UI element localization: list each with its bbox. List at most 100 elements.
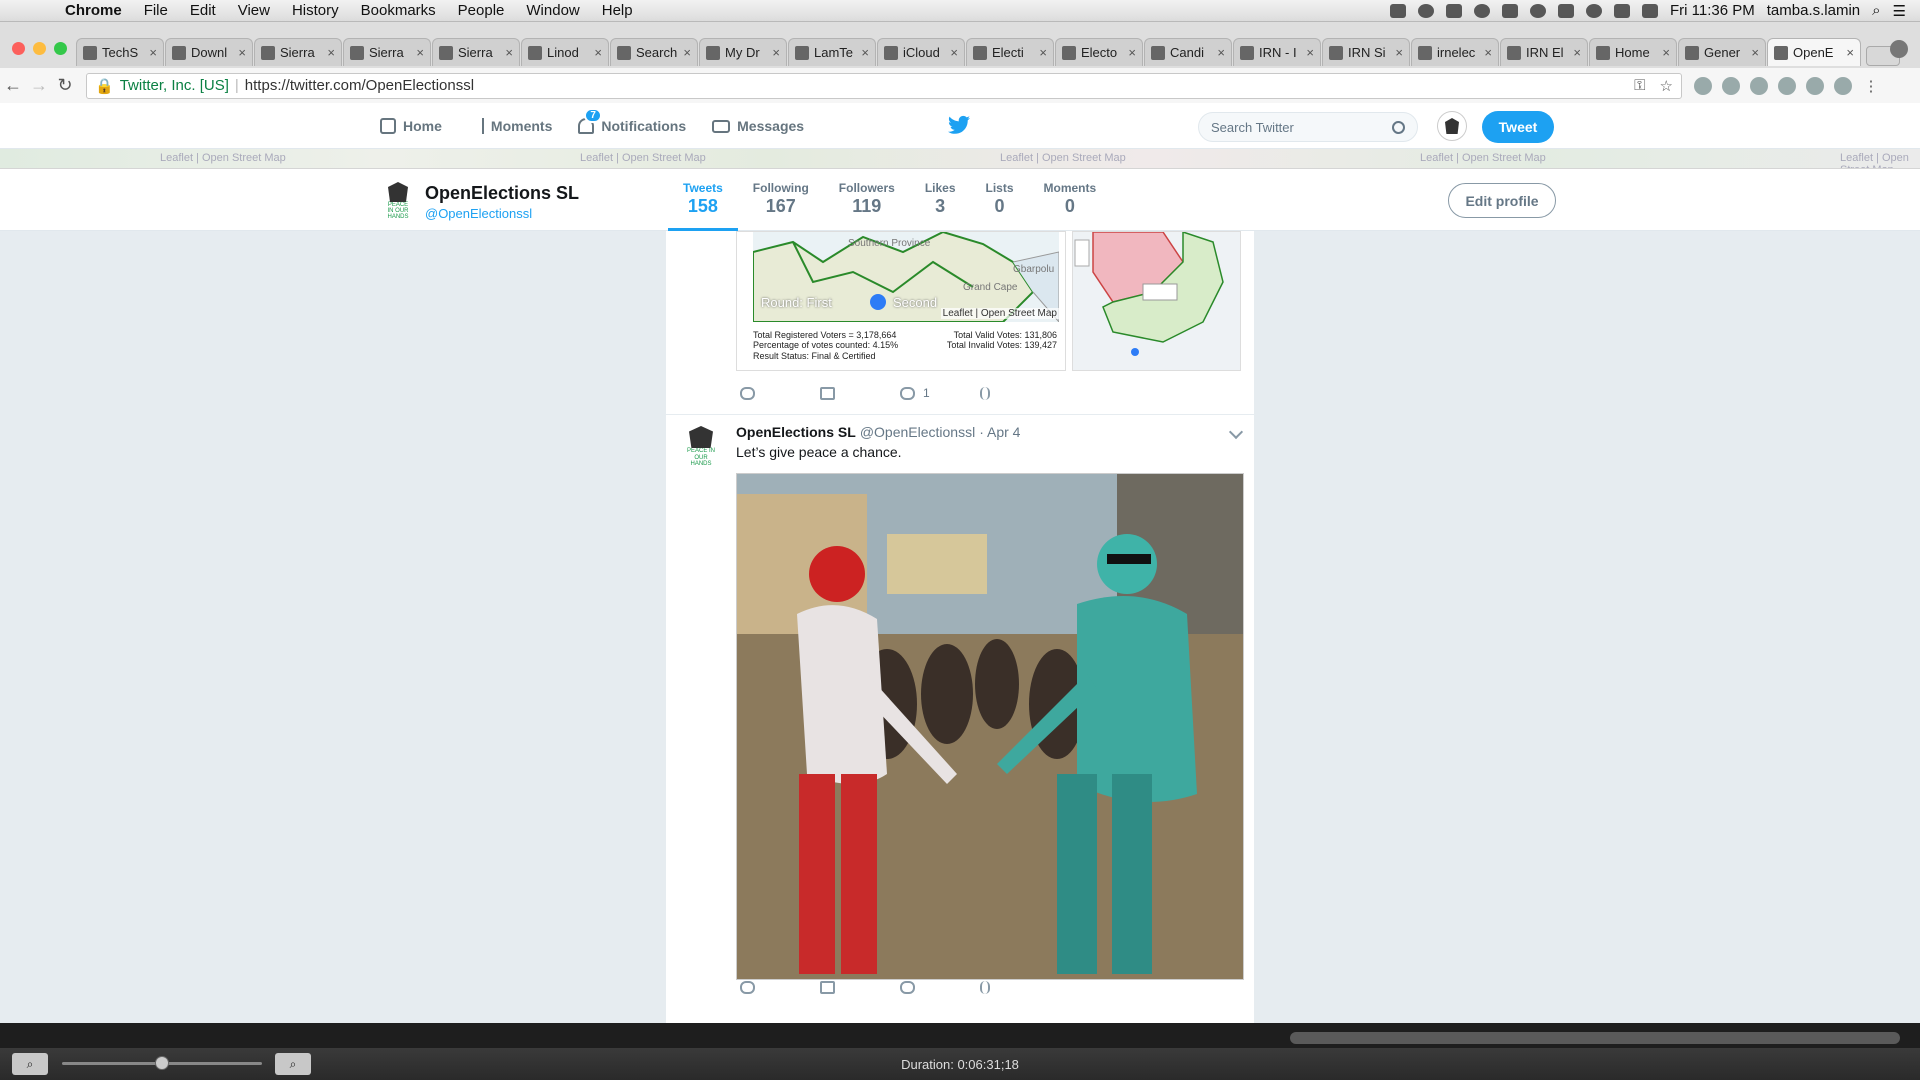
extension-1-icon[interactable] <box>1694 76 1712 95</box>
search-icon[interactable] <box>1392 120 1405 134</box>
edit-profile-button[interactable]: Edit profile <box>1448 183 1556 218</box>
election-map-card[interactable]: Southern Province Gbarpolu Grand Cape Ro… <box>736 231 1066 371</box>
extension-4-icon[interactable] <box>1778 76 1796 95</box>
notification-center-icon[interactable]: ☰ <box>1893 2 1906 20</box>
shield-icon[interactable] <box>1446 3 1463 18</box>
browser-tab[interactable]: Gener × <box>1678 38 1766 66</box>
docker-icon[interactable] <box>1502 3 1519 18</box>
browser-tab[interactable]: Home × <box>1589 38 1677 66</box>
browser-tab[interactable]: Sierra × <box>432 38 520 66</box>
key-icon[interactable]: ⚿ <box>1634 77 1645 95</box>
wifi-icon[interactable] <box>1614 3 1631 18</box>
tweet-date[interactable]: · Apr 4 <box>979 424 1020 440</box>
clock[interactable]: Fri 11:36 PM <box>1670 2 1755 19</box>
close-tab-icon[interactable]: × <box>327 45 335 60</box>
url-text[interactable]: https://twitter.com/OpenElectionssl <box>245 77 474 94</box>
browser-tab[interactable]: Electo × <box>1055 38 1143 66</box>
record-icon[interactable] <box>1418 3 1435 18</box>
retweet-action[interactable] <box>820 981 900 994</box>
profile-stat-likes[interactable]: Likes 3 <box>910 181 971 231</box>
horizontal-scrollbar[interactable] <box>1290 1032 1900 1044</box>
browser-tab[interactable]: Linod × <box>521 38 609 66</box>
battery-icon[interactable] <box>1642 3 1659 18</box>
browser-tab[interactable]: IRN El × <box>1500 38 1588 66</box>
browser-tab[interactable]: Candi × <box>1144 38 1232 66</box>
airplay-icon[interactable] <box>1558 3 1575 18</box>
browser-tab[interactable]: My Dr × <box>699 38 787 66</box>
browser-tab[interactable]: irnelec × <box>1411 38 1499 66</box>
browser-tab[interactable]: Search × <box>610 38 698 66</box>
map-attribution[interactable]: Leaflet | Open Street Map <box>940 308 1059 319</box>
browser-tab[interactable]: LamTe × <box>788 38 876 66</box>
close-tab-icon[interactable]: × <box>683 45 691 60</box>
analytics-action[interactable] <box>980 981 1060 994</box>
close-tab-icon[interactable]: × <box>1573 45 1581 60</box>
nav-messages[interactable]: Messages <box>712 118 804 134</box>
search-status-icon[interactable] <box>1530 3 1547 18</box>
close-tab-icon[interactable]: × <box>238 45 246 60</box>
close-tab-icon[interactable]: × <box>1306 45 1314 60</box>
close-tab-icon[interactable]: × <box>149 45 157 60</box>
lock-icon[interactable]: 🔒 <box>95 77 114 95</box>
back-icon[interactable]: ← <box>0 75 26 96</box>
extension-6-icon[interactable] <box>1834 76 1852 95</box>
profile-name[interactable]: OpenElections SL <box>425 183 579 204</box>
menu-file[interactable]: File <box>133 2 179 19</box>
close-tab-icon[interactable]: × <box>1039 45 1047 60</box>
search-input[interactable]: Search Twitter <box>1198 112 1418 142</box>
analytics-action[interactable] <box>980 386 1060 400</box>
reply-action[interactable] <box>740 386 820 400</box>
site-identity[interactable]: Twitter, Inc. [US] <box>120 77 229 94</box>
menu-window[interactable]: Window <box>515 2 590 19</box>
browser-tab[interactable]: IRN - I × <box>1233 38 1321 66</box>
tweet-photo[interactable] <box>736 473 1244 980</box>
browser-tab[interactable]: iCloud × <box>877 38 965 66</box>
profile-stat-followers[interactable]: Followers 119 <box>824 181 910 231</box>
twitter-bird-icon[interactable] <box>948 115 970 135</box>
browser-tab[interactable]: Sierra × <box>343 38 431 66</box>
tweet-avatar[interactable]: PEACE IN OUR HANDS <box>687 426 715 470</box>
menu-people[interactable]: People <box>447 2 516 19</box>
tweet-author-name[interactable]: OpenElections SL <box>736 424 856 440</box>
nav-moments[interactable]: Moments <box>468 118 552 134</box>
browser-tab[interactable]: IRN Si × <box>1322 38 1410 66</box>
extension-3-icon[interactable] <box>1750 76 1768 95</box>
zoom-window-icon[interactable] <box>54 42 67 55</box>
menu-edit[interactable]: Edit <box>179 2 227 19</box>
profile-stat-following[interactable]: Following 167 <box>738 181 824 231</box>
profile-stat-moments[interactable]: Moments 0 <box>1029 181 1112 231</box>
film-icon[interactable] <box>1390 3 1407 18</box>
extension-2-icon[interactable] <box>1722 76 1740 95</box>
bluetooth-icon[interactable] <box>1586 3 1603 18</box>
close-tab-icon[interactable]: × <box>772 45 780 60</box>
like-action[interactable]: 1 <box>900 386 980 400</box>
minimize-window-icon[interactable] <box>33 42 46 55</box>
reply-action[interactable] <box>740 981 820 994</box>
cloud-icon[interactable] <box>1474 3 1491 18</box>
close-tab-icon[interactable]: × <box>1662 45 1670 60</box>
retweet-action[interactable] <box>820 386 900 400</box>
profile-avatar[interactable]: PEACE IN OUR HANDS <box>386 182 410 220</box>
nav-home[interactable]: Home <box>380 118 442 134</box>
browser-tab[interactable]: Downl × <box>165 38 253 66</box>
close-tab-icon[interactable]: × <box>1395 45 1403 60</box>
close-tab-icon[interactable]: × <box>1846 45 1854 60</box>
profile-stat-tweets[interactable]: Tweets 158 <box>668 181 738 232</box>
tweet-button[interactable]: Tweet <box>1482 111 1554 143</box>
chrome-menu-icon[interactable]: ⋮ <box>1862 77 1880 95</box>
nav-notifications[interactable]: 7 Notifications <box>578 108 686 134</box>
close-tab-icon[interactable]: × <box>1484 45 1492 60</box>
forward-icon[interactable]: → <box>26 75 52 96</box>
browser-tab[interactable]: Sierra × <box>254 38 342 66</box>
like-action[interactable] <box>900 981 980 994</box>
profile-handle[interactable]: @OpenElectionssl <box>425 206 532 221</box>
extension-5-icon[interactable] <box>1806 76 1824 95</box>
election-map-card-2[interactable] <box>1072 231 1241 371</box>
menu-help[interactable]: Help <box>591 2 644 19</box>
user-name[interactable]: tamba.s.lamin <box>1767 2 1860 19</box>
close-window-icon[interactable] <box>12 42 25 55</box>
tweet-media-maps[interactable]: Southern Province Gbarpolu Grand Cape Ro… <box>736 231 1241 371</box>
address-bar[interactable]: 🔒 Twitter, Inc. [US] | https://twitter.c… <box>86 72 1682 99</box>
chrome-profile-icon[interactable] <box>1890 40 1908 58</box>
round-toggle-knob[interactable] <box>870 294 886 310</box>
